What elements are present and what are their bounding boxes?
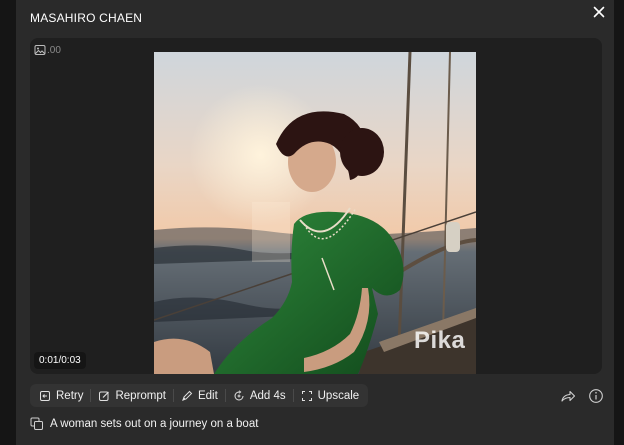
edit-label: Edit <box>197 389 218 402</box>
video-timecode: 0:01/0:03 <box>34 352 86 369</box>
close-icon <box>593 6 605 18</box>
prompt-text: A woman sets out on a journey on a boat <box>50 418 259 430</box>
retry-label: Retry <box>56 389 84 402</box>
retry-button[interactable]: Retry <box>32 384 90 407</box>
retry-icon <box>40 390 50 401</box>
upscale-icon <box>301 390 312 401</box>
share-button[interactable] <box>560 388 576 404</box>
info-button[interactable] <box>588 388 604 404</box>
reprompt-button[interactable]: Reprompt <box>91 384 173 407</box>
video-still-image <box>154 52 476 374</box>
share-icon <box>561 390 576 402</box>
add-time-icon <box>234 389 244 400</box>
image-icon <box>34 45 46 55</box>
reprompt-label: Reprompt <box>115 389 166 402</box>
copy-prompt-button[interactable] <box>30 417 44 431</box>
action-toolbar: Retry Reprompt Edit Add 4s Upscale <box>30 384 369 407</box>
media-type-badge: .00 <box>34 42 64 58</box>
video-player[interactable]: .00 0:01/0:03 Pika <box>30 38 602 374</box>
video-modal: MASAHIRO CHAEN .00 0:01/0:03 Pika Retry … <box>16 0 614 445</box>
close-button[interactable] <box>590 3 608 21</box>
edit-button[interactable]: Edit <box>174 384 225 407</box>
upscale-label: Upscale <box>317 389 360 402</box>
badge-text: .00 <box>47 44 61 56</box>
add-time-label: Add 4s <box>249 389 286 402</box>
reprompt-icon <box>99 391 110 401</box>
video-frame <box>154 52 476 374</box>
copy-icon <box>30 417 43 430</box>
pika-watermark: Pika <box>414 327 466 354</box>
edit-icon <box>182 390 193 401</box>
add-time-button[interactable]: Add 4s <box>226 384 293 407</box>
creator-name: MASAHIRO CHAEN <box>30 11 143 25</box>
upscale-button[interactable]: Upscale <box>294 384 367 407</box>
prompt-row: A woman sets out on a journey on a boat <box>30 416 258 432</box>
info-icon <box>589 389 603 403</box>
